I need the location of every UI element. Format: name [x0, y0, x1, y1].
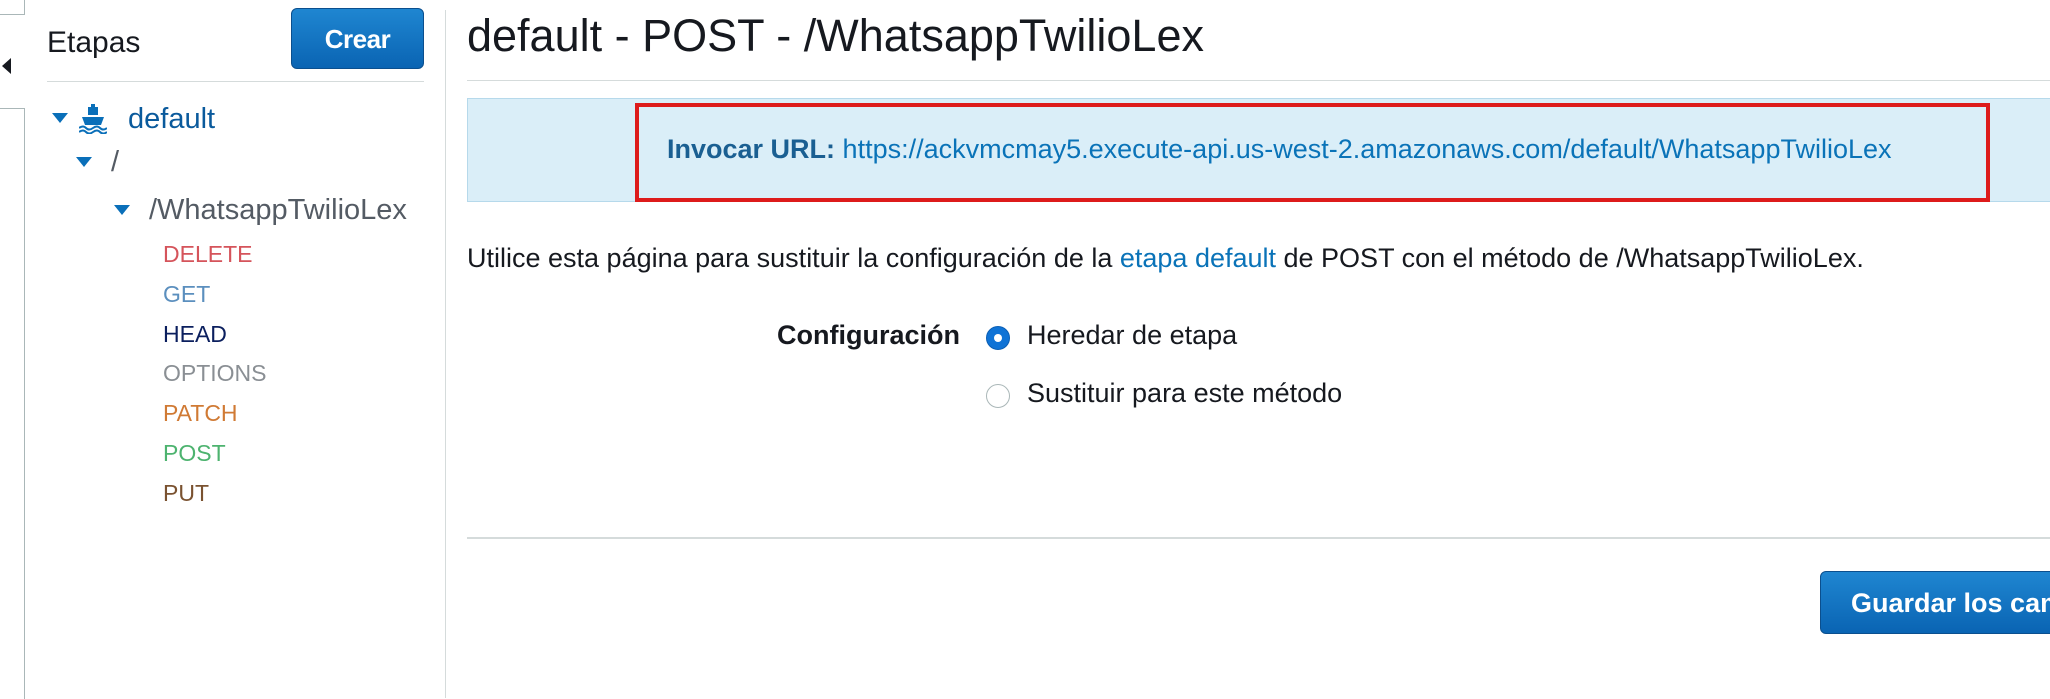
- save-changes-button[interactable]: Guardar los cambios: [1820, 571, 2050, 634]
- tree-method-options[interactable]: OPTIONS: [163, 360, 267, 387]
- sidebar-title: Etapas: [47, 26, 141, 59]
- tree-resource-whatsapptwiliolex[interactable]: /WhatsappTwilioLex: [149, 194, 407, 227]
- invoke-url-label: Invocar URL:: [667, 134, 836, 164]
- stage-icon: [78, 104, 108, 139]
- form-divider: [467, 537, 2050, 539]
- expand-stage-icon[interactable]: [52, 113, 68, 123]
- stage-default-link[interactable]: etapa default: [1120, 243, 1276, 273]
- title-divider: [467, 80, 2050, 81]
- radio-override-method[interactable]: [986, 384, 1010, 408]
- radio-override-method-label[interactable]: Sustituir para este método: [1027, 378, 1342, 409]
- sidebar-border: [445, 10, 446, 698]
- collapse-rail: [0, 108, 25, 699]
- radio-inherit-stage[interactable]: [986, 326, 1010, 350]
- tree-method-delete[interactable]: DELETE: [163, 241, 252, 268]
- sidebar-divider: [47, 81, 424, 82]
- description-before: Utilice esta página para sustituir la co…: [467, 243, 1120, 273]
- tree-stage-default[interactable]: default: [128, 103, 215, 136]
- tree-resource-root[interactable]: /: [111, 146, 119, 179]
- expand-root-icon[interactable]: [76, 157, 92, 167]
- tree-method-put[interactable]: PUT: [163, 480, 209, 507]
- description-text: Utilice esta página para sustituir la co…: [467, 243, 1864, 274]
- radio-inherit-stage-label[interactable]: Heredar de etapa: [1027, 320, 1237, 351]
- invoke-url-line: Invocar URL: https://ackvmcmay5.execute-…: [667, 134, 1892, 165]
- create-stage-button[interactable]: Crear: [291, 8, 424, 69]
- invoke-url-link[interactable]: https://ackvmcmay5.execute-api.us-west-2…: [843, 134, 1892, 164]
- tree-method-post[interactable]: POST: [163, 440, 226, 467]
- expand-resource-icon[interactable]: [114, 205, 130, 215]
- configuration-label: Configuración: [777, 320, 960, 350]
- description-after: de POST con el método de /WhatsappTwilio…: [1276, 243, 1864, 273]
- collapse-sidebar-icon[interactable]: [2, 58, 11, 74]
- tree-method-get[interactable]: GET: [163, 281, 210, 308]
- collapse-rail-top: [0, 0, 25, 15]
- tree-method-patch[interactable]: PATCH: [163, 400, 238, 427]
- page-title: default - POST - /WhatsappTwilioLex: [467, 10, 1204, 61]
- tree-method-head[interactable]: HEAD: [163, 321, 227, 348]
